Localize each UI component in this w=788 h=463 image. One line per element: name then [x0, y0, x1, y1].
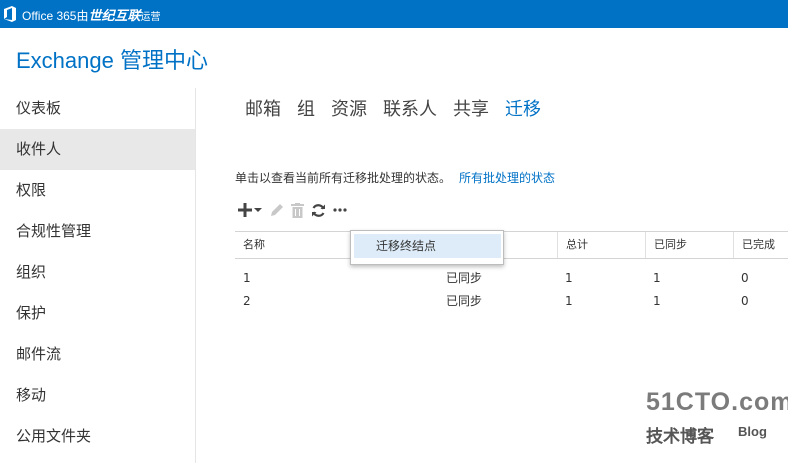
watermark-sub: 技术博客	[646, 427, 714, 447]
tab-migration[interactable]: 迁移	[505, 95, 541, 121]
sidebar-item-public-folders[interactable]: 公用文件夹	[0, 416, 196, 457]
column-header-finalized[interactable]: 已完成	[733, 232, 788, 258]
sidebar-item-mobile[interactable]: 移动	[0, 375, 196, 416]
table-row[interactable]: 1 已同步 1 1 0	[235, 267, 788, 290]
brand-suffix: 运营	[140, 11, 161, 23]
column-header-synced[interactable]: 已同步	[645, 232, 733, 258]
sidebar-item-dashboard[interactable]: 仪表板	[0, 88, 196, 129]
migration-description: 单击以查看当前所有迁移批处理的状态。 所有批处理的状态	[235, 169, 555, 186]
sidebar-item-mail-flow[interactable]: 邮件流	[0, 334, 196, 375]
toolbar	[238, 199, 354, 221]
cell-status: 已同步	[446, 294, 483, 308]
sidebar-item-compliance[interactable]: 合规性管理	[0, 211, 196, 252]
top-bar: Office 365由世纪互联运营	[0, 0, 788, 28]
delete-icon	[291, 202, 304, 218]
edit-button[interactable]	[269, 203, 284, 218]
tab-resources[interactable]: 资源	[331, 95, 367, 121]
tab-bar: 邮箱 组 资源 联系人 共享 迁移	[245, 95, 557, 121]
more-button[interactable]	[333, 208, 347, 212]
sidebar-divider	[195, 88, 196, 463]
tab-shared[interactable]: 共享	[453, 95, 489, 121]
cell-status: 已同步	[446, 271, 483, 285]
cell-name: 2	[243, 294, 251, 308]
table-body: 1 已同步 1 1 0 2 已同步 1 1 0	[235, 259, 788, 313]
migration-batch-table: 名称 总计 已同步 已完成 1 已同步 1 1 0 2 已同步 1 1 0	[235, 231, 788, 313]
cell-finalized: 0	[741, 271, 749, 285]
description-text: 单击以查看当前所有迁移批处理的状态。	[235, 171, 452, 185]
brand-partner: 世纪互联	[88, 7, 141, 23]
cell-name: 1	[243, 271, 251, 285]
tab-contacts[interactable]: 联系人	[383, 95, 437, 121]
column-header-total[interactable]: 总计	[557, 232, 645, 258]
watermark-brand: 51CTO.com	[646, 388, 788, 416]
tab-groups[interactable]: 组	[297, 95, 315, 121]
cell-finalized: 0	[741, 294, 749, 308]
cell-total: 1	[565, 271, 573, 285]
brand-prefix: Office 365	[22, 8, 77, 23]
office-logo-icon	[4, 6, 16, 22]
add-icon	[238, 203, 252, 217]
sidebar-item-organization[interactable]: 组织	[0, 252, 196, 293]
delete-button[interactable]	[291, 202, 304, 218]
page-title: Exchange 管理中心	[16, 48, 208, 73]
watermark-blog: Blog	[738, 424, 767, 439]
refresh-icon	[312, 203, 325, 217]
watermark: 51CTO.com 技术博客 Blog	[640, 388, 788, 450]
topbar-brand[interactable]: Office 365由世纪互联运营	[22, 5, 161, 24]
table-header: 名称 总计 已同步 已完成	[235, 231, 788, 259]
more-icon	[333, 208, 347, 212]
add-button[interactable]	[238, 203, 262, 217]
chevron-down-icon	[254, 208, 262, 212]
sidebar-item-protection[interactable]: 保护	[0, 293, 196, 334]
cell-synced: 1	[653, 271, 661, 285]
table-row[interactable]: 2 已同步 1 1 0	[235, 290, 788, 313]
cell-total: 1	[565, 294, 573, 308]
cell-synced: 1	[653, 294, 661, 308]
brand-by: 由	[76, 8, 89, 23]
sidebar-item-permissions[interactable]: 权限	[0, 170, 196, 211]
menu-item-migration-endpoints[interactable]: 迁移终结点	[354, 234, 501, 258]
more-menu: 迁移终结点	[350, 230, 504, 265]
refresh-button[interactable]	[311, 203, 326, 218]
batch-status-link[interactable]: 所有批处理的状态	[459, 171, 555, 185]
tab-mailboxes[interactable]: 邮箱	[245, 95, 281, 121]
edit-icon	[271, 203, 283, 216]
sidebar: 仪表板 收件人 权限 合规性管理 组织 保护 邮件流 移动 公用文件夹	[0, 88, 196, 457]
sidebar-item-recipients[interactable]: 收件人	[0, 129, 196, 170]
